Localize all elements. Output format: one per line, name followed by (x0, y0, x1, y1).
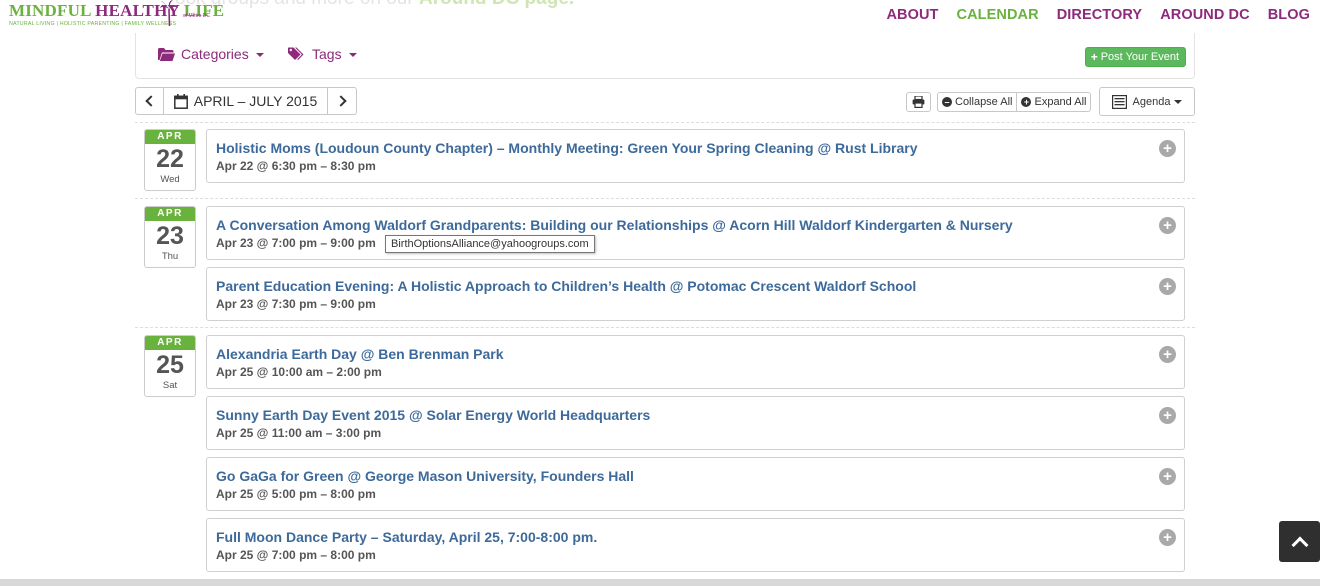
event-title[interactable]: Alexandria Earth Day @ Ben Brenman Park (216, 346, 504, 362)
date-badge: APR 25 Sat (144, 335, 196, 397)
date-range-label: APRIL – JULY 2015 (193, 93, 318, 109)
caret-down-icon (255, 53, 264, 57)
palm-tree-icon (160, 0, 178, 26)
date-badge-weekday: Sat (162, 380, 178, 391)
expand-plus-icon[interactable]: + (1159, 346, 1176, 363)
site-logo[interactable]: MINDFUL HEALTHY LIFE of Metro DC NATURAL… (9, 0, 224, 32)
horizontal-scrollbar[interactable] (0, 579, 1320, 586)
view-label: Agenda (1132, 95, 1171, 108)
event-item[interactable]: Holistic Moms (Loudoun County Chapter) –… (206, 129, 1185, 183)
post-your-event-button[interactable]: + Post Your Event (1084, 47, 1186, 67)
event-title[interactable]: A Conversation Among Waldorf Grandparent… (216, 217, 1013, 233)
nav-calendar[interactable]: CALENDAR (957, 7, 1039, 23)
event-item[interactable]: Sunny Earth Day Event 2015 @ Solar Energ… (206, 396, 1185, 450)
caret-down-icon (1174, 99, 1183, 104)
event-title[interactable]: Holistic Moms (Loudoun County Chapter) –… (216, 140, 918, 156)
main-nav: ABOUT CALENDAR DIRECTORY AROUND DC BLOG (886, 7, 1320, 23)
date-badge-weekday: Wed (160, 174, 180, 185)
filter-bar: Categories Tags + Post Your Event (135, 33, 1195, 79)
date-badge: APR 22 Wed (144, 129, 196, 191)
collapse-expand-group: – Collapse All + Expand All (937, 92, 1092, 112)
plus-icon: + (1090, 49, 1098, 64)
date-badge-month: APR (145, 336, 195, 350)
logo-metro-text: of Metro DC (183, 13, 210, 19)
event-item[interactable]: Full Moon Dance Party – Saturday, April … (206, 518, 1185, 572)
expand-plus-icon[interactable]: + (1159, 140, 1176, 157)
chevron-left-icon (145, 95, 157, 107)
month-navigation: APRIL – JULY 2015 (135, 87, 357, 115)
event-time: Apr 22 @ 6:30 pm – 8:30 pm (216, 159, 376, 173)
agenda-list-icon (1111, 94, 1127, 109)
plus-circle-icon: + (1021, 97, 1032, 107)
date-badge-day: 25 (156, 351, 184, 379)
date-badge-month: APR (145, 130, 195, 144)
expand-all-label: Expand All (1034, 96, 1087, 108)
event-title[interactable]: Go GaGa for Green @ George Mason Univers… (216, 468, 634, 484)
date-badge-day: 23 (156, 222, 184, 250)
date-badge: APR 23 Thu (144, 206, 196, 268)
post-your-event-label: Post Your Event (1100, 50, 1179, 63)
minus-circle-icon: – (942, 97, 952, 107)
expand-all-button[interactable]: + Expand All (1017, 92, 1092, 112)
nav-blog[interactable]: BLOG (1268, 7, 1310, 23)
print-button[interactable] (906, 92, 931, 112)
date-range-picker[interactable]: APRIL – JULY 2015 (164, 87, 328, 115)
event-title[interactable]: Full Moon Dance Party – Saturday, April … (216, 529, 597, 545)
day-separator (135, 327, 1195, 328)
event-title[interactable]: Sunny Earth Day Event 2015 @ Solar Energ… (216, 407, 650, 423)
event-time: Apr 25 @ 7:00 pm – 8:00 pm (216, 548, 376, 562)
prev-month-button[interactable] (135, 87, 164, 115)
tags-icon (288, 47, 304, 60)
event-time: Apr 25 @ 5:00 pm – 8:00 pm (216, 487, 376, 501)
scroll-to-top-button[interactable] (1279, 521, 1320, 562)
expand-plus-icon[interactable]: + (1159, 407, 1176, 424)
email-tooltip: BirthOptionsAlliance@yahoogroups.com (385, 235, 595, 253)
around-dc-link[interactable]: Around DC page. (419, 0, 574, 9)
categories-label: Categories (181, 46, 249, 62)
event-item[interactable]: Alexandria Earth Day @ Ben Brenman Park … (206, 335, 1185, 389)
nav-directory[interactable]: DIRECTORY (1057, 7, 1143, 23)
next-month-button[interactable] (328, 87, 357, 115)
expand-plus-icon[interactable]: + (1159, 468, 1176, 485)
event-item[interactable]: Parent Education Evening: A Holistic App… (206, 267, 1185, 321)
collapse-all-button[interactable]: – Collapse All (937, 92, 1018, 112)
categories-dropdown[interactable]: Categories (158, 46, 264, 62)
logo-tagline: NATURAL LIVING | HOLISTIC PARENTING | FA… (9, 21, 177, 27)
expand-plus-icon[interactable]: + (1159, 217, 1176, 234)
calendar-icon (173, 93, 188, 109)
collapse-all-label: Collapse All (955, 96, 1013, 108)
nav-about[interactable]: ABOUT (886, 7, 938, 23)
caret-down-icon (348, 53, 357, 57)
event-time: Apr 23 @ 7:30 pm – 9:00 pm (216, 297, 376, 311)
print-icon (912, 96, 925, 108)
nav-around-dc[interactable]: AROUND DC (1160, 7, 1250, 23)
expand-plus-icon[interactable]: + (1159, 278, 1176, 295)
event-time: Apr 25 @ 11:00 am – 3:00 pm (216, 426, 382, 440)
expand-plus-icon[interactable]: + (1159, 529, 1176, 546)
date-badge-month: APR (145, 207, 195, 221)
day-separator (135, 122, 1195, 123)
background-intro-text: ook groups and more on our Around DC pag… (175, 0, 574, 10)
folder-icon (158, 47, 175, 61)
event-item[interactable]: A Conversation Among Waldorf Grandparent… (206, 206, 1185, 260)
day-separator (135, 198, 1195, 199)
event-time: Apr 23 @ 7:00 pm – 9:00 pm (216, 236, 376, 250)
event-item[interactable]: Go GaGa for Green @ George Mason Univers… (206, 457, 1185, 511)
chevron-up-icon (1291, 536, 1308, 553)
chevron-right-icon (334, 95, 347, 107)
date-badge-weekday: Thu (161, 251, 179, 262)
view-selector-dropdown[interactable]: Agenda (1099, 87, 1195, 116)
date-badge-day: 22 (156, 145, 184, 173)
event-title[interactable]: Parent Education Evening: A Holistic App… (216, 278, 916, 294)
tags-dropdown[interactable]: Tags (288, 46, 357, 62)
event-time: Apr 25 @ 10:00 am – 2:00 pm (216, 365, 382, 379)
tags-label: Tags (312, 46, 342, 62)
